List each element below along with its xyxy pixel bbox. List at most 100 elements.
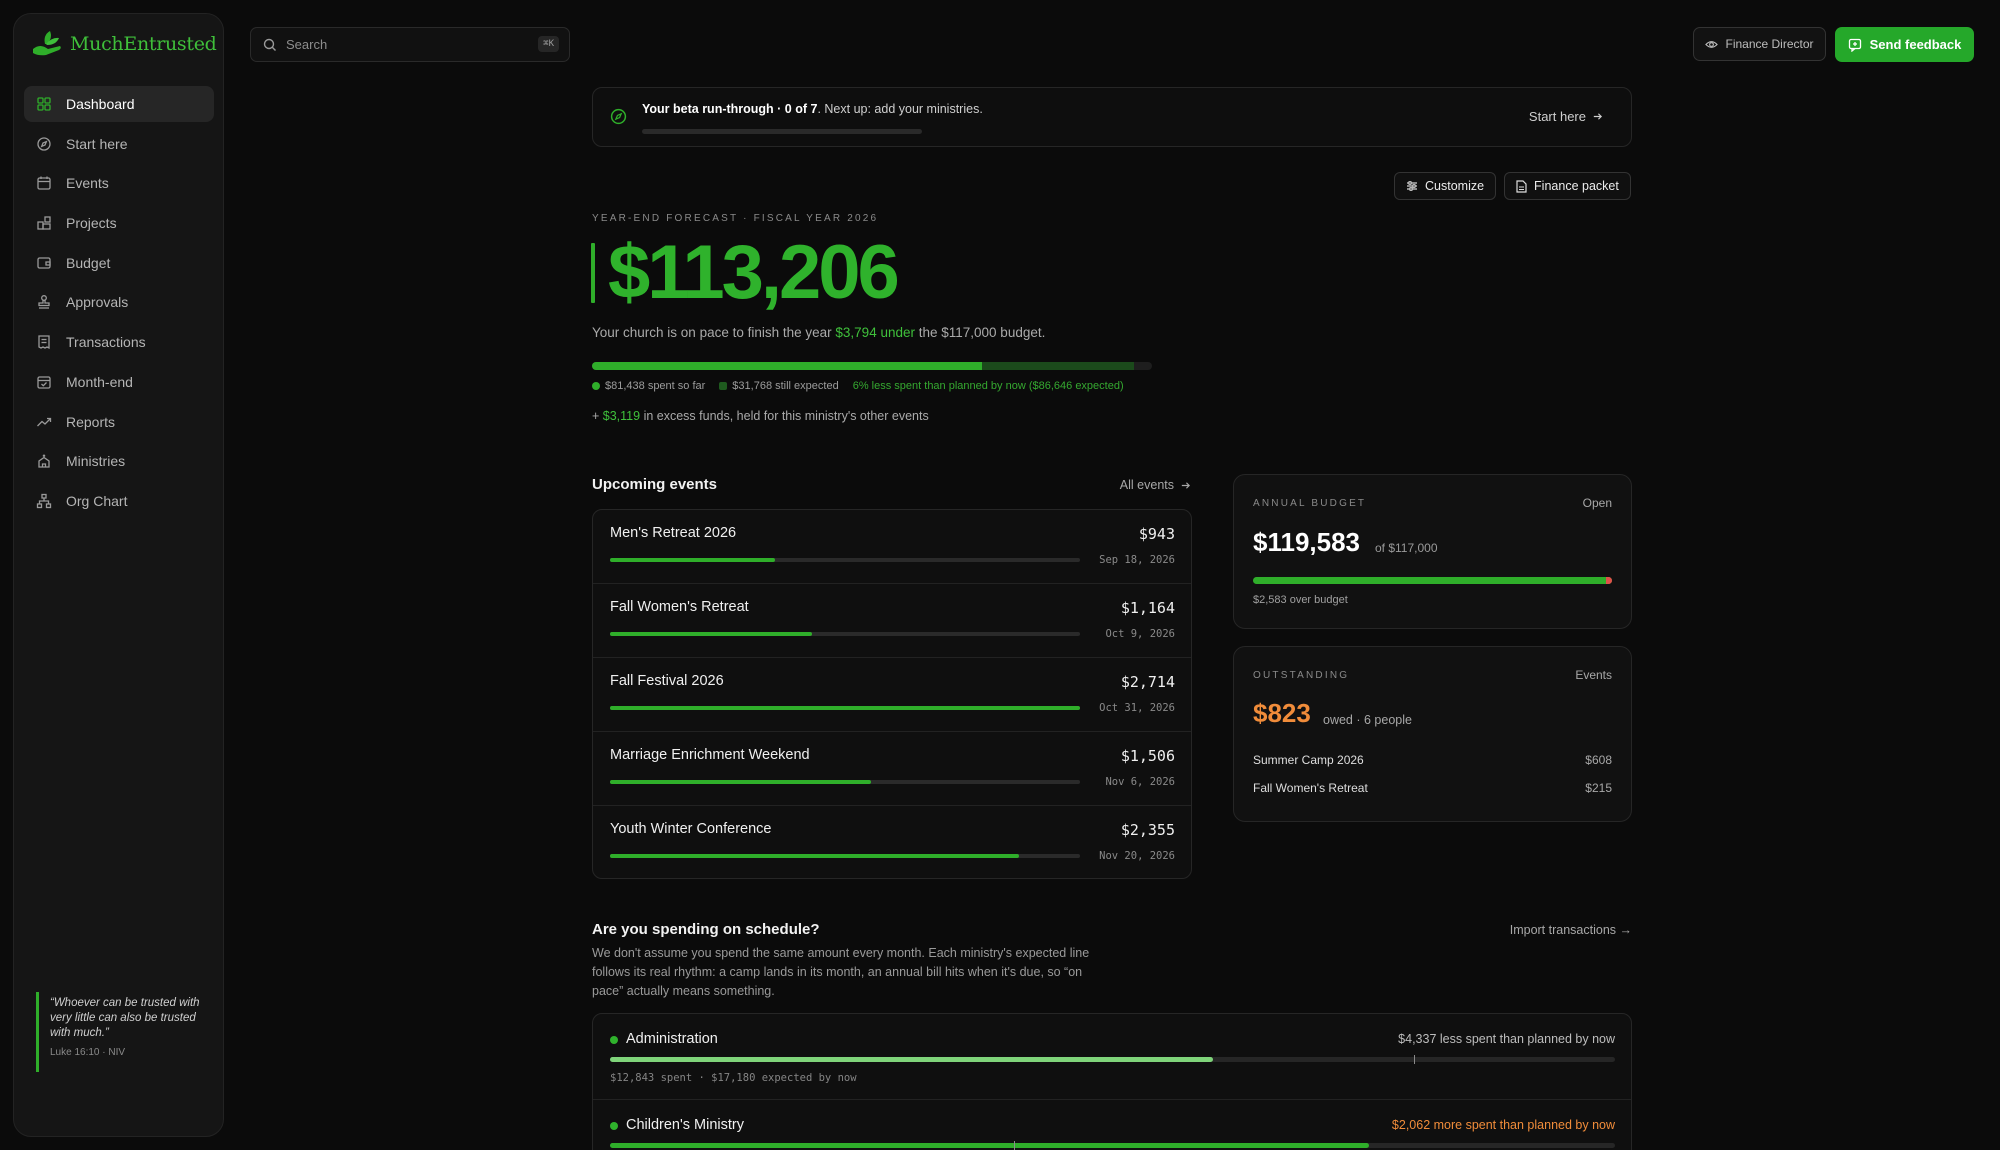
annual-budget-open-link[interactable]: Open	[1583, 496, 1612, 510]
sliders-icon	[1407, 181, 1417, 191]
sidebar-item-start-here[interactable]: Start here	[24, 126, 214, 162]
sidebar-item-budget[interactable]: Budget	[24, 245, 214, 281]
sidebar-item-dashboard[interactable]: Dashboard	[24, 86, 214, 122]
sidebar-item-reports[interactable]: Reports	[24, 404, 214, 440]
ministry-row[interactable]: Children's Ministry $2,062 more spent tha…	[593, 1100, 1631, 1150]
outstanding-row[interactable]: Fall Women's Retreat $215	[1253, 781, 1612, 795]
trend-icon	[37, 417, 52, 426]
app-name: MuchEntrusted	[70, 33, 217, 55]
search-input[interactable]	[286, 37, 526, 52]
ministry-spent-fill	[610, 1143, 1369, 1148]
event-row[interactable]: Youth Winter Conference $2,355 Nov 20, 202…	[593, 806, 1191, 878]
pace-suffix: the $117,000 budget.	[914, 325, 1046, 340]
annual-budget-progress-bar	[1253, 577, 1612, 584]
ministry-spent-fill	[610, 1057, 1213, 1062]
event-row[interactable]: Fall Women's Retreat $1,164 Oct 9, 2026	[593, 584, 1191, 658]
ministry-pace-status: $4,337 less spent than planned by now	[1398, 1032, 1615, 1046]
leaf-hand-icon	[33, 31, 61, 56]
event-name: Fall Women's Retreat	[610, 599, 749, 615]
event-progress-fill	[610, 632, 813, 636]
annual-budget-kicker: Annual budget	[1253, 498, 1367, 509]
annual-budget-fill	[1253, 577, 1612, 584]
beta-progress-count: Your beta run-through · 0 of 7	[642, 102, 818, 116]
sidebar-nav: Dashboard Start here Events Projects Budget A…	[24, 86, 214, 523]
schedule-title: Are you spending on schedule?	[592, 921, 820, 938]
compass-icon	[37, 137, 51, 151]
role-label: Finance Director	[1725, 37, 1814, 51]
event-date: Oct 9, 2026	[1105, 628, 1175, 640]
sidebar-item-projects[interactable]: Projects	[24, 205, 214, 241]
event-name: Youth Winter Conference	[610, 821, 772, 837]
sidebar-item-label: Projects	[66, 215, 117, 232]
legend-pace-note: 6% less spent than planned by now ($86,6…	[852, 380, 1124, 392]
sidebar-item-transactions[interactable]: Transactions	[24, 324, 214, 360]
event-amount: $1,164	[1120, 599, 1175, 617]
event-amount: $1,506	[1120, 747, 1175, 765]
outstanding-row[interactable]: Summer Camp 2026 $608	[1253, 753, 1612, 767]
event-date: Nov 20, 2026	[1099, 850, 1175, 862]
event-progress-bar	[610, 854, 1080, 858]
forecast-spent-fill	[592, 362, 982, 370]
import-transactions-link[interactable]: Import transactions →	[1510, 923, 1632, 937]
event-progress-fill	[610, 780, 871, 784]
annual-budget-over-note: $2,583 over budget	[1253, 594, 1348, 606]
projects-icon	[37, 216, 51, 230]
annual-budget-over-marker	[1606, 577, 1612, 584]
event-amount: $2,355	[1120, 821, 1175, 839]
search-box[interactable]: ⌘K	[250, 27, 570, 62]
outstanding-event-amount: $608	[1585, 753, 1612, 767]
quote-reference: Luke 16:10 · NIV	[50, 1047, 126, 1058]
ministry-progress-bar	[610, 1055, 1615, 1064]
feedback-icon	[1848, 38, 1861, 52]
sidebar-item-label: Transactions	[66, 334, 146, 351]
customize-label: Customize	[1425, 179, 1485, 193]
app-logo[interactable]: MuchEntrusted	[30, 29, 217, 59]
event-progress-bar	[610, 558, 1080, 562]
event-progress-fill	[610, 558, 775, 562]
wallet-icon	[37, 257, 51, 269]
beta-start-label: Start here	[1528, 109, 1586, 124]
event-row[interactable]: Marriage Enrichment Weekend $1,506 Nov 6, …	[593, 732, 1191, 806]
beta-progress-bar	[642, 129, 922, 134]
send-feedback-button[interactable]: Send feedback	[1835, 27, 1974, 62]
sidebar-item-label: Budget	[66, 254, 111, 271]
all-events-link[interactable]: All events	[1120, 478, 1191, 492]
sidebar: MuchEntrusted Dashboard Start here Events P…	[13, 13, 224, 1137]
role-switch-button[interactable]: Finance Director	[1693, 27, 1826, 61]
finance-packet-label: Finance packet	[1534, 179, 1619, 193]
sidebar-item-org-chart[interactable]: Org Chart	[24, 483, 214, 519]
all-events-label: All events	[1119, 478, 1174, 492]
compass-icon	[610, 108, 627, 125]
sidebar-item-month-end[interactable]: Month-end	[24, 364, 214, 400]
sidebar-item-label: Month-end	[66, 373, 133, 390]
arrow-right-icon	[1181, 481, 1191, 489]
outstanding-kicker: Outstanding	[1253, 670, 1350, 681]
outstanding-event-amount: $215	[1585, 781, 1612, 795]
sidebar-item-approvals[interactable]: Approvals	[24, 284, 214, 320]
outstanding-events-link[interactable]: Events	[1575, 668, 1612, 682]
event-row[interactable]: Men's Retreat 2026 $943 Sep 18, 2026	[593, 510, 1191, 584]
beta-start-link[interactable]: Start here	[1529, 109, 1603, 124]
beta-next-step: . Next up: add your ministries.	[817, 102, 983, 116]
legend-expected-label: $31,768 still expected	[732, 380, 839, 392]
outstanding-amount: $823	[1253, 698, 1311, 728]
outstanding-subtext: owed · 6 people	[1323, 713, 1412, 727]
sidebar-item-label: Dashboard	[66, 96, 135, 112]
forecast-progress-bar	[592, 362, 1152, 370]
customize-button[interactable]: Customize	[1394, 172, 1497, 200]
dashboard-actions: Customize Finance packet	[1394, 172, 1631, 200]
eye-icon	[1705, 40, 1719, 48]
sidebar-item-events[interactable]: Events	[24, 165, 214, 201]
event-amount: $943	[1138, 525, 1175, 543]
excess-funds-text: + $3,119 in excess funds, held for this …	[592, 409, 929, 423]
excess-suffix: in excess funds, held for this ministry'…	[640, 409, 929, 423]
ministry-row[interactable]: Administration $4,337 less spent than pla…	[593, 1014, 1631, 1100]
sidebar-item-ministries[interactable]: Ministries	[24, 443, 214, 479]
ministry-progress-bar	[610, 1141, 1615, 1150]
beta-progress-text: Your beta run-through · 0 of 7. Next up:…	[642, 102, 983, 116]
finance-packet-button[interactable]: Finance packet	[1504, 172, 1631, 200]
forecast-amount: $113,206	[608, 230, 900, 315]
event-row[interactable]: Fall Festival 2026 $2,714 Oct 31, 2026	[593, 658, 1191, 732]
ministry-name: Administration	[626, 1031, 718, 1047]
event-name: Marriage Enrichment Weekend	[610, 747, 810, 763]
